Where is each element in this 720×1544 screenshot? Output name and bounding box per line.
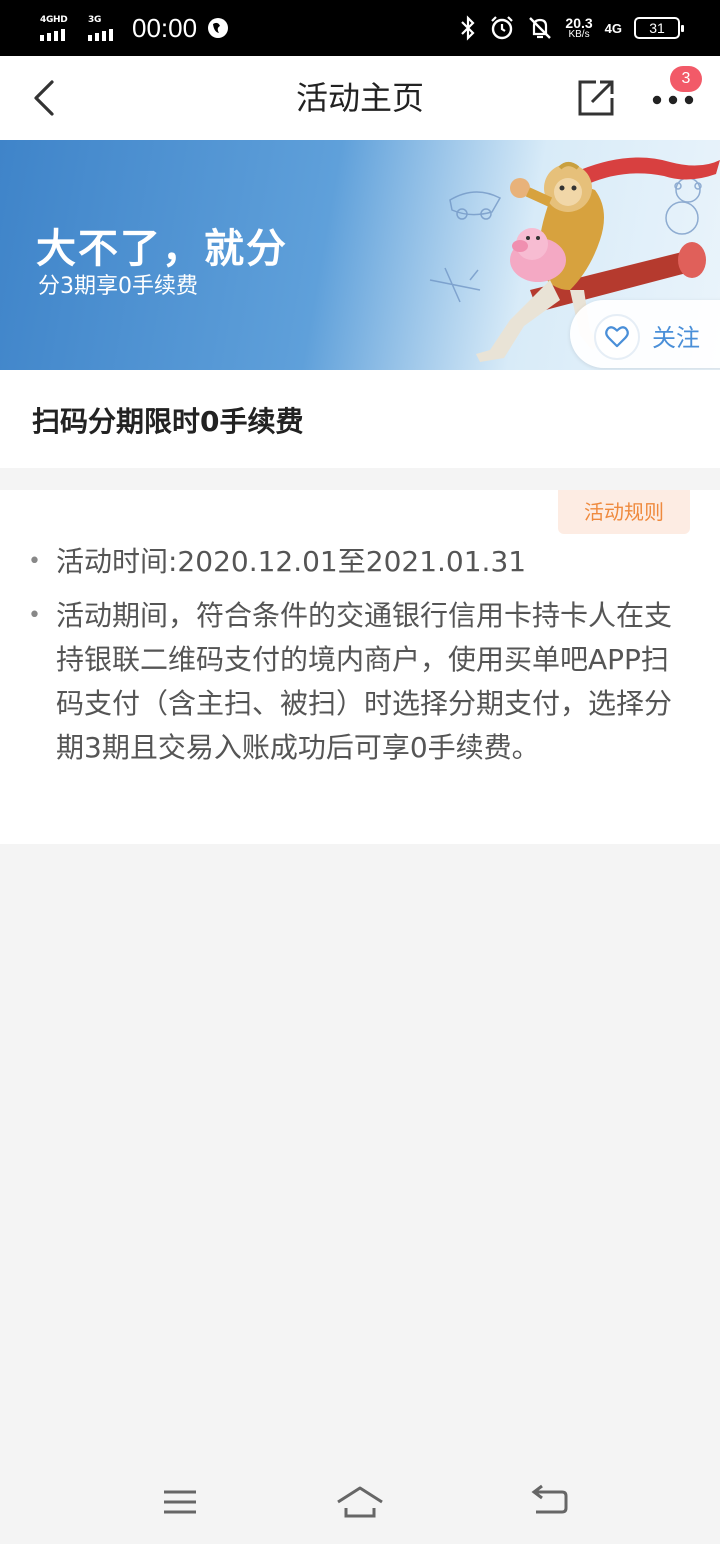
back-nav-icon[interactable] [526, 1480, 574, 1524]
signal-icon: 3G [88, 13, 120, 43]
menu-icon[interactable] [156, 1480, 204, 1524]
home-icon[interactable] [336, 1480, 384, 1524]
notification-badge: 3 [670, 66, 702, 92]
battery-icon: 31 [634, 17, 684, 39]
network-type-1: 4GHD [40, 15, 68, 25]
status-time: 00:00 [132, 12, 198, 43]
rules-tag-button[interactable]: 活动规则 [558, 490, 690, 534]
rule-item: 活动时间:2020.12.01至2021.01.31 [28, 540, 696, 584]
network-4g-label: 4G [604, 20, 622, 36]
banner-subtitle: 分3期享0手续费 [38, 274, 198, 299]
activity-title: 扫码分期限时0手续费 [32, 405, 304, 438]
nav-bar: 活动主页 [0, 56, 720, 140]
mute-icon [529, 17, 552, 39]
system-nav-bar [0, 1460, 720, 1544]
activity-title-card: 扫码分期限时0手续费 [0, 370, 720, 468]
status-bar: 4GHD 3G 00:00 20.3 KB/s 4G 31 [0, 0, 720, 56]
rules-card: 活动规则 活动时间:2020.12.01至2021.01.31 活动期间，符合条… [0, 490, 720, 844]
follow-label: 关注 [652, 324, 700, 352]
bluetooth-icon [461, 15, 475, 41]
signal-icon: 4GHD [40, 13, 72, 43]
share-button[interactable] [576, 78, 616, 118]
network-speed: 20.3 KB/s [565, 15, 593, 40]
battery-level: 31 [649, 20, 665, 36]
follow-button[interactable]: 关注 [570, 300, 720, 368]
banner-title: 大不了，就分 [36, 226, 288, 272]
network-type-2: 3G [88, 15, 102, 25]
heart-icon [594, 314, 640, 360]
alarm-icon [491, 16, 514, 40]
browser-icon [208, 18, 229, 38]
rule-item: 活动期间，符合条件的交通银行信用卡持卡人在支持银联二维码支付的境内商户，使用买单… [28, 594, 696, 770]
